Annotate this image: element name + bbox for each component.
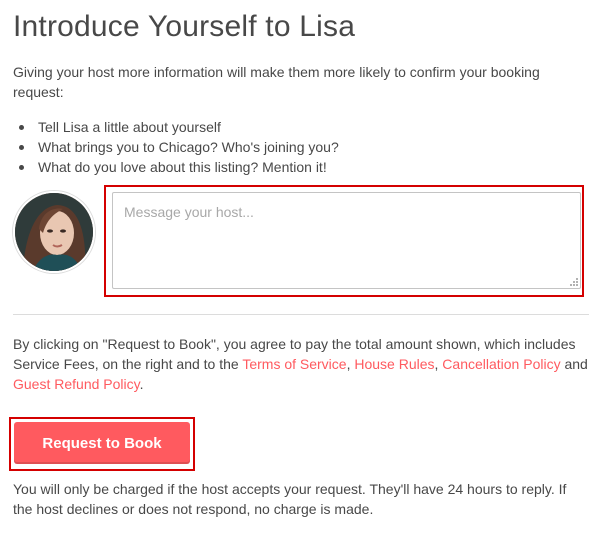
resize-handle-icon[interactable] [569,277,579,287]
house-rules-link[interactable]: House Rules [354,356,434,372]
page-title: Introduce Yourself to Lisa [13,10,356,43]
charge-note: You will only be charged if the host acc… [13,481,567,517]
terms-end: . [139,376,144,392]
terms-agreement-text: By clicking on "Request to Book", you ag… [13,334,589,394]
intro-text: Giving your host more information will m… [13,64,540,100]
guest-refund-policy-link[interactable]: Guest Refund Policy [13,376,140,392]
tips-list: Tell Lisa a little about yourself What b… [13,117,339,177]
host-avatar-image [15,193,93,271]
request-to-book-button[interactable]: Request to Book [14,422,190,464]
list-item: What brings you to Chicago? Who's joinin… [13,137,339,157]
list-item: Tell Lisa a little about yourself [13,117,339,137]
host-avatar [13,191,95,273]
terms-conjunction: and [560,356,588,372]
message-host-input[interactable] [112,192,581,289]
cancellation-policy-link[interactable]: Cancellation Policy [442,356,560,372]
list-item: What do you love about this listing? Men… [13,157,339,177]
terms-of-service-link[interactable]: Terms of Service [242,356,346,372]
section-divider [13,314,589,315]
